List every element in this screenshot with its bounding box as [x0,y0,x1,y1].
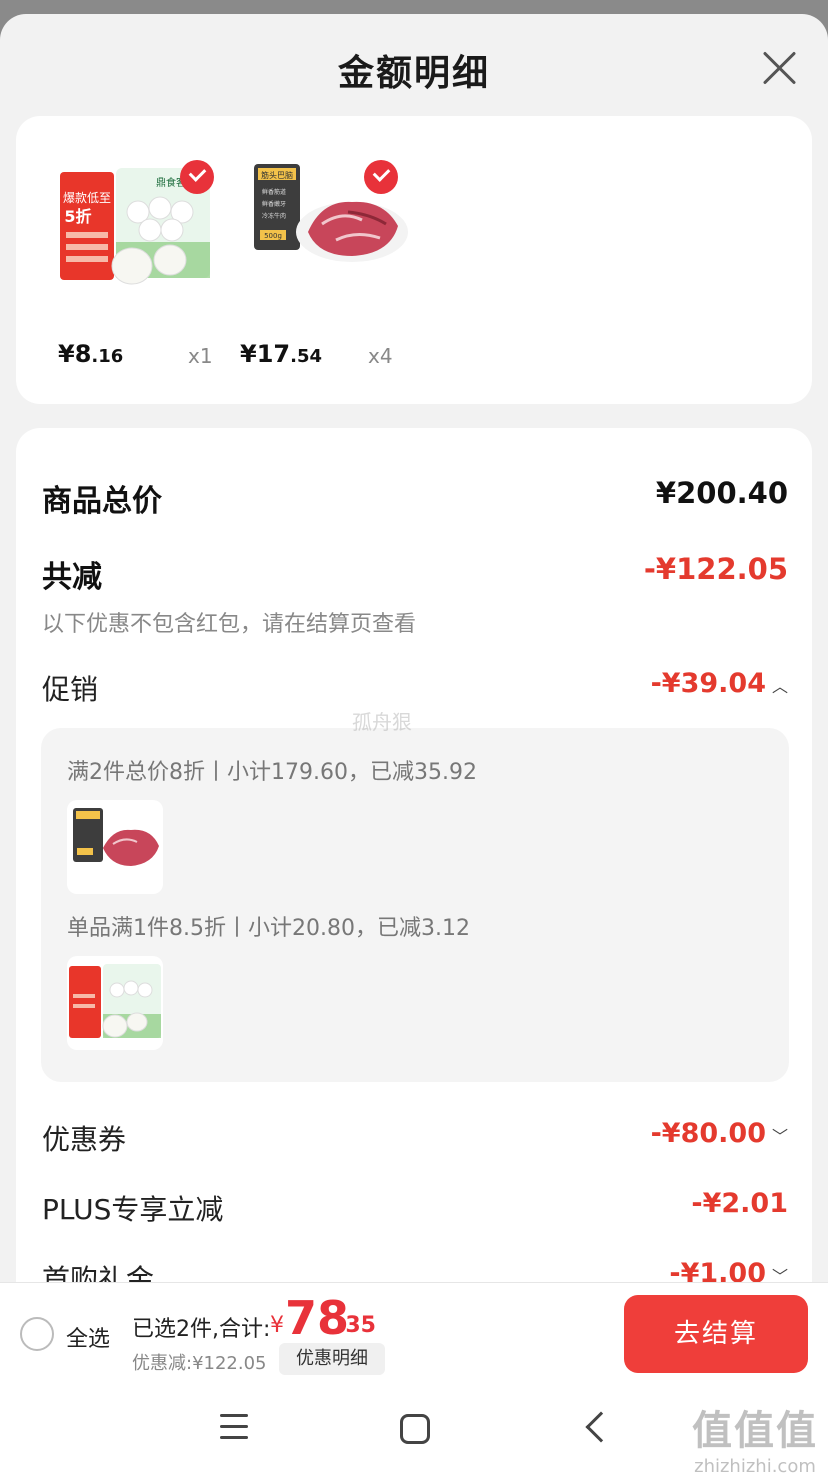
products-card: 爆款低至 5折 鼎食客 ¥8.16 x1 筋头巴脑 鲜香筋道 鲜香嫩牙 冷冻牛肉… [16,116,812,404]
select-all-radio[interactable] [20,1317,54,1351]
product-quantity: x1 [188,344,213,368]
svg-text:冷冻牛肉: 冷冻牛肉 [262,212,286,220]
total-reduce-value: -¥122.05 [643,552,788,586]
product-price: ¥17.54 [240,340,322,368]
coupon-label: 优惠券 [42,1123,127,1156]
user-watermark: 孤舟狠 [352,710,412,734]
selected-check-icon[interactable] [364,160,398,194]
total-price-label: 商品总价 [42,484,162,519]
total-reduce-row: 共减 -¥122.05 [42,552,788,596]
selected-check-icon[interactable] [180,160,214,194]
selected-summary-text: 已选2件,合计: [132,1317,271,1342]
total-amount-decimal: .35 [337,1313,376,1338]
promotion-product-thumb [67,956,163,1050]
coupon-value: -¥80.00 ﹀ [650,1118,788,1149]
promotion-text: 单品满1件8.5折丨小计20.80，已减3.12 [67,916,470,941]
plus-discount-label: PLUS专享立减 [42,1193,224,1226]
discount-summary-text: 优惠减:¥122.05 [132,1353,267,1374]
product-quantity: x4 [368,344,393,368]
product-item-beef[interactable]: 筋头巴脑 鲜香筋道 鲜香嫩牙 冷冻牛肉 500g [252,154,432,294]
svg-text:筋头巴脑: 筋头巴脑 [261,170,293,180]
svg-text:爆款低至: 爆款低至 [63,191,111,205]
select-all-label[interactable]: 全选 [66,1321,110,1353]
svg-text:500g: 500g [264,232,282,240]
product-item-fishball[interactable]: 爆款低至 5折 鼎食客 [52,154,232,294]
promotion-detail-box: 满2件总价8折丨小计179.60，已减35.92 单品满1件8.5折丨小计20.… [41,728,789,1082]
home-icon[interactable] [400,1414,430,1444]
total-price-row: 商品总价 ¥200.40 [42,476,788,520]
plus-discount-row: PLUS专享立减 -¥2.01 [42,1188,788,1232]
total-reduce-label: 共减 [42,560,102,595]
beef-product-image: 筋头巴脑 鲜香筋道 鲜香嫩牙 冷冻牛肉 500g [252,154,412,294]
amount-detail-sheet: 金额明细 爆款低至 5折 鼎食客 ¥8.16 x1 筋头巴脑 鲜香筋道 鲜香嫩牙… [0,14,828,1480]
checkout-bar: 全选 已选2件,合计: ¥ 78 .35 优惠减:¥122.05 优惠明细 去结… [0,1282,828,1384]
promotion-text: 满2件总价8折丨小计179.60，已减35.92 [67,760,477,785]
promotion-value: -¥39.04 ︿ [650,668,788,699]
svg-text:鲜香嫩牙: 鲜香嫩牙 [262,200,286,208]
plus-discount-value: -¥2.01 [691,1188,788,1219]
promotion-product-thumb [67,800,163,894]
promotion-row[interactable]: 促销 -¥39.04 ︿ [42,668,788,712]
chevron-up-icon: ︿ [771,677,788,696]
promotion-label: 促销 [42,673,99,706]
sheet-title: 金额明细 [337,53,490,94]
svg-text:鲜香筋道: 鲜香筋道 [262,188,286,196]
svg-text:5折: 5折 [64,207,91,226]
total-currency-symbol: ¥ [270,1313,284,1338]
discount-note: 以下优惠不包含红包，请在结算页查看 [42,612,417,637]
coupon-row[interactable]: 优惠券 -¥80.00 ﹀ [42,1118,788,1162]
site-watermark: 值值值 zhizhizhi.com [692,1408,818,1477]
discount-detail-button[interactable]: 优惠明细 [279,1343,385,1375]
chevron-down-icon: ﹀ [771,1127,788,1146]
total-price-value: ¥200.40 [655,476,788,510]
fishball-product-image: 爆款低至 5折 鼎食客 [52,154,214,294]
back-icon[interactable] [585,1411,617,1443]
product-price: ¥8.16 [58,340,124,368]
checkout-button[interactable]: 去结算 [624,1295,808,1373]
recent-apps-icon[interactable] [220,1414,248,1442]
close-icon[interactable] [760,48,798,86]
